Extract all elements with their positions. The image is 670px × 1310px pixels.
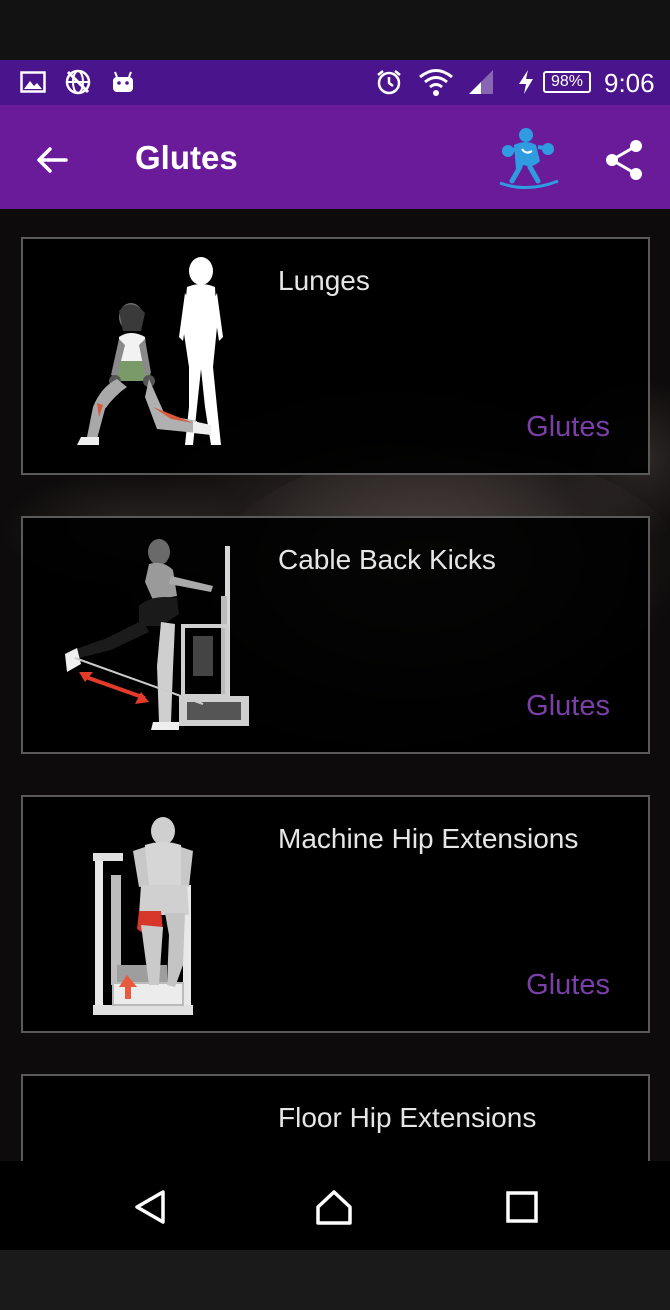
recents-square-icon[interactable]: [502, 1187, 542, 1227]
exercise-card-lunges[interactable]: Lunges Glutes: [21, 237, 650, 475]
system-navigation-bar: [0, 1161, 670, 1250]
bottom-screen-margin: [0, 1250, 670, 1310]
cable-back-kicks-illustration: [53, 536, 253, 736]
status-bar: 98% 9:06: [0, 60, 670, 105]
top-screen-margin: [0, 0, 670, 60]
signal-icon: [466, 67, 496, 97]
clock: 9:06: [604, 68, 655, 98]
exercise-muscle: Glutes: [526, 969, 610, 1001]
share-icon[interactable]: [602, 137, 648, 183]
floor-hip-extensions-illustration: [53, 1094, 253, 1161]
exercise-name: Lunges: [278, 265, 370, 296]
battery-indicator: 98%: [543, 71, 591, 93]
exercise-name: Machine Hip Extensions: [278, 823, 579, 854]
back-triangle-icon[interactable]: [130, 1187, 170, 1227]
wifi-icon: [418, 67, 454, 97]
exercise-name: Cable Back Kicks: [278, 544, 496, 575]
exercise-name: Floor Hip Extensions: [278, 1102, 537, 1133]
exercise-card-cable-back-kicks[interactable]: Cable Back Kicks Glutes: [21, 516, 650, 754]
exercise-muscle: Glutes: [526, 411, 610, 443]
app-bar: Glutes: [0, 105, 670, 209]
home-icon[interactable]: [314, 1187, 354, 1227]
exercise-card-machine-hip-extensions[interactable]: Machine Hip Extensions Glutes: [21, 795, 650, 1033]
exercise-muscle: Glutes: [526, 690, 610, 722]
android-icon: [108, 67, 138, 97]
no-network-globe-icon: [63, 67, 93, 97]
back-arrow-icon[interactable]: [30, 138, 74, 182]
exercise-card-floor-hip-extensions[interactable]: Floor Hip Extensions: [21, 1074, 650, 1161]
exercise-list[interactable]: Lunges Glutes Cable Back Kicks Glutes Ma…: [0, 209, 670, 1161]
lunges-illustration: [53, 257, 253, 457]
alarm-icon: [374, 67, 404, 97]
page-title: Glutes: [135, 139, 238, 176]
image-icon: [18, 67, 48, 97]
fitness-logo-icon: [496, 125, 560, 191]
charging-icon: [514, 67, 538, 97]
machine-hip-extensions-illustration: [53, 815, 253, 1021]
